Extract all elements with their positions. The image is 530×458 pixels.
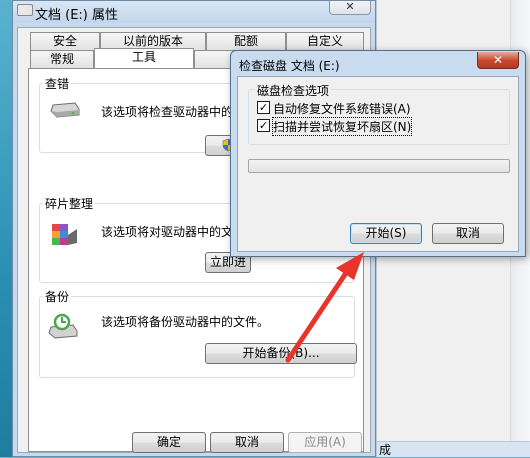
tab-general[interactable]: 常规 [30, 50, 94, 68]
check-disk-title: 检查磁盘 文档 (E:) [239, 59, 340, 73]
check-disk-body: 磁盘检查选项 ✓ 自动修复文件系统错误(A) ✓ 扫描并尝试恢复坏扇区(N) 开… [237, 76, 519, 252]
scan-recover-checkbox[interactable]: ✓ [257, 119, 270, 132]
defrag-text: 该选项将对驱动器中的文件 [101, 225, 246, 239]
cancel-button[interactable]: 取消 [210, 432, 284, 453]
tab-tools[interactable]: 工具 [94, 48, 194, 68]
background-status-text: 成 [377, 441, 530, 457]
error-check-label: 查错 [43, 75, 72, 92]
defrag-label: 碎片整理 [43, 195, 96, 212]
defrag-icon [52, 224, 77, 245]
tab-customize[interactable]: 自定义 [286, 32, 364, 50]
apply-button[interactable]: 应用(A) [288, 432, 362, 453]
error-check-text: 该选项将检查驱动器中的错 [101, 105, 246, 119]
tab-quota[interactable]: 配额 [206, 32, 286, 50]
dialog-cancel-button[interactable]: 取消 [432, 223, 504, 244]
check-disk-dialog: 检查磁盘 文档 (E:) ✕ 磁盘检查选项 ✓ 自动修复文件系统错误(A) ✓ … [230, 50, 526, 257]
auto-fix-label[interactable]: 自动修复文件系统错误(A) [273, 100, 411, 117]
disk-check-options-group: 磁盘检查选项 ✓ 自动修复文件系统错误(A) ✓ 扫描并尝试恢复坏扇区(N) [248, 82, 510, 145]
backup-text: 该选项将备份驱动器中的文件。 [101, 315, 270, 329]
scan-recover-label[interactable]: 扫描并尝试恢复坏扇区(N) [271, 117, 413, 136]
backup-group [39, 296, 355, 378]
hard-drive-icon [50, 102, 80, 118]
drive-icon [17, 4, 33, 16]
tab-security[interactable]: 安全 [30, 32, 100, 50]
auto-fix-checkbox[interactable]: ✓ [257, 101, 270, 114]
start-button[interactable]: 开始(S) [350, 223, 422, 244]
backup-label: 备份 [43, 288, 72, 305]
check-progress-bar [248, 159, 510, 173]
properties-title: 文档 (E:) 属性 [35, 8, 119, 23]
properties-titlebar[interactable]: 文档 (E:) 属性 ✕ [13, 1, 375, 23]
ok-button[interactable]: 确定 [132, 432, 206, 453]
properties-close-button[interactable]: ✕ [329, 1, 371, 15]
backup-icon [48, 313, 78, 339]
start-backup-button[interactable]: 开始备份(B)... [205, 343, 357, 364]
desktop-background [0, 0, 12, 457]
check-disk-close-button[interactable]: ✕ [477, 52, 519, 69]
disk-check-options-label: 磁盘检查选项 [255, 82, 332, 99]
